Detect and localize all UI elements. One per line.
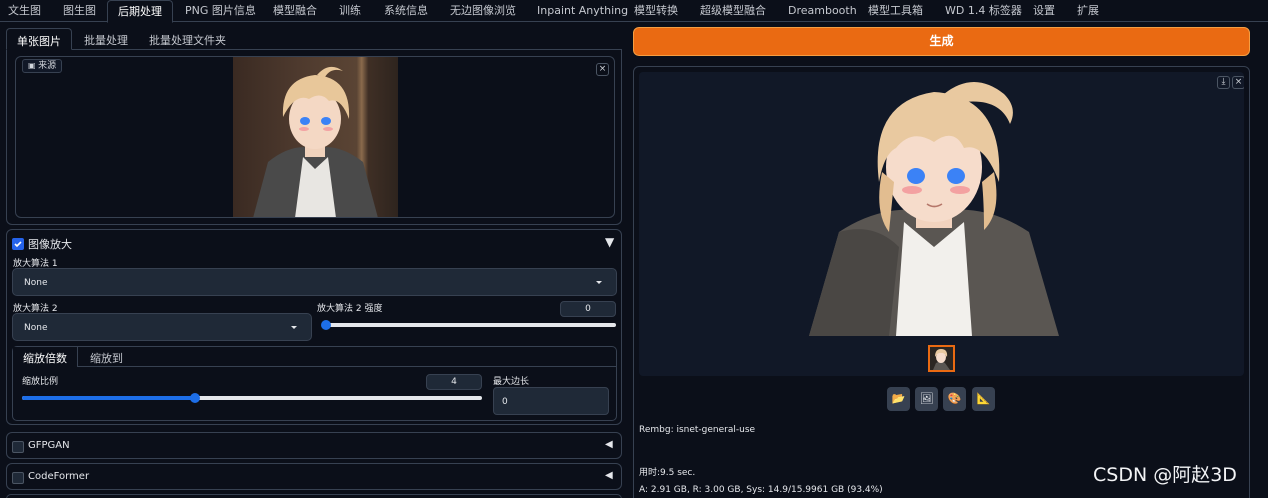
check-icon — [14, 241, 22, 248]
close-icon[interactable]: × — [1232, 76, 1244, 89]
download-icon[interactable]: ⤓ — [1217, 76, 1230, 89]
slider-thumb[interactable] — [321, 320, 331, 330]
portrait-illustration — [253, 66, 378, 217]
source-image-panel: ▣ 来源 × — [6, 50, 622, 225]
slider-thumb[interactable] — [189, 393, 200, 403]
codeformer-title: CodeFormer — [28, 471, 90, 482]
tab-scale-to[interactable]: 缩放到 — [90, 350, 123, 366]
tab-extras[interactable]: 后期处理 — [107, 0, 173, 23]
thumbnail-image — [930, 347, 953, 370]
output-panel: ⤓ × 📂 🖼 🎨 📐 Rembg: isnet-general-use 用时:… — [633, 66, 1250, 498]
tab-image-browser[interactable]: 无边图像浏览 — [450, 3, 516, 22]
tab-settings[interactable]: 设置 — [1033, 3, 1055, 22]
scale-input[interactable]: 4 — [426, 374, 482, 390]
upscaler2-dropdown[interactable]: None — [12, 313, 312, 341]
upscaler2-strength-slider[interactable] — [321, 320, 616, 330]
source-label: ▣ 来源 — [22, 59, 63, 73]
upscale-title: 图像放大 — [28, 238, 72, 251]
gfpgan-title: GFPGAN — [28, 440, 70, 451]
tab-model-toolkit[interactable]: 模型工具箱 — [868, 3, 923, 22]
tab-img2img[interactable]: 图生图 — [63, 3, 96, 22]
image-icon: ▣ — [28, 61, 39, 70]
output-gallery: ⤓ × — [639, 72, 1244, 376]
scale-label: 缩放比例 — [22, 377, 59, 387]
tab-wd14-tagger[interactable]: WD 1.4 标签器 — [945, 3, 1022, 22]
tab-txt2img[interactable]: 文生图 — [8, 3, 41, 22]
codeformer-checkbox[interactable] — [12, 472, 24, 484]
max-side-value: 0 — [502, 397, 508, 407]
source-image — [233, 57, 398, 217]
scale-slider[interactable] — [22, 393, 482, 403]
generate-button[interactable]: 生成 — [633, 27, 1250, 56]
expand-icon[interactable]: ◀ — [605, 439, 613, 450]
upscale-section: 图像放大 ▼ 放大算法 1 None 放大算法 2 None 放大算法 2 强度… — [6, 229, 622, 425]
watermark: CSDN @阿赵3D — [1093, 464, 1237, 486]
source-image-dropzone[interactable]: ▣ 来源 × — [15, 56, 615, 218]
next-section-edge — [6, 494, 622, 498]
time-info: 用时:9.5 sec. — [639, 468, 696, 478]
memory-info: A: 2.91 GB, R: 3.00 GB, Sys: 14.9/15.996… — [639, 485, 883, 495]
gfpgan-checkbox[interactable] — [12, 441, 24, 453]
tab-model-converter[interactable]: 模型转换 — [634, 3, 678, 22]
upscaler2-strength-input[interactable]: 0 — [560, 301, 616, 317]
image-icon[interactable]: 🖼 — [915, 387, 938, 411]
slider-fill — [22, 396, 195, 400]
gfpgan-section[interactable]: GFPGAN ◀ — [6, 432, 622, 459]
top-tab-bar: 文生图 图生图 后期处理 PNG 图片信息 模型融合 训练 系统信息 无边图像浏… — [0, 0, 1268, 23]
tab-dreambooth[interactable]: Dreambooth — [788, 3, 857, 22]
max-side-input[interactable]: 0 — [493, 387, 609, 415]
expand-icon[interactable]: ◀ — [605, 470, 613, 481]
upscale-checkbox[interactable] — [12, 238, 24, 250]
tab-batch-from-directory[interactable]: 批量处理文件夹 — [149, 32, 226, 48]
output-thumbnail[interactable] — [928, 345, 955, 372]
output-image — [809, 82, 1059, 336]
extras-mode-tabs: 单张图片 批量处理 批量处理文件夹 — [6, 28, 622, 50]
tab-checkpoint-merger[interactable]: 模型融合 — [273, 3, 317, 22]
palette-icon[interactable]: 🎨 — [943, 387, 966, 411]
chevron-down-icon — [291, 326, 297, 329]
collapse-icon[interactable]: ▼ — [605, 235, 614, 249]
max-side-label: 最大边长 — [493, 377, 530, 387]
folder-icon[interactable]: 📂 — [887, 387, 910, 411]
tab-system-info[interactable]: 系统信息 — [384, 3, 428, 22]
tab-png-info[interactable]: PNG 图片信息 — [185, 3, 256, 22]
tab-single-image[interactable]: 单张图片 — [6, 28, 72, 50]
tab-inpaint-anything[interactable]: Inpaint Anything — [537, 3, 628, 22]
scale-mode-tabs: 缩放倍数 缩放到 — [13, 347, 616, 367]
ruler-icon[interactable]: 📐 — [972, 387, 995, 411]
upscaler1-dropdown[interactable]: None — [12, 268, 617, 296]
clear-source-button[interactable]: × — [596, 63, 609, 76]
tab-batch-process[interactable]: 批量处理 — [84, 32, 128, 48]
rembg-info: Rembg: isnet-general-use — [639, 425, 756, 435]
tab-scale-by[interactable]: 缩放倍数 — [13, 347, 78, 367]
chevron-down-icon — [596, 281, 602, 284]
upscaler2-value: None — [24, 323, 48, 333]
scale-mode-panel: 缩放倍数 缩放到 缩放比例 4 最大边长 0 — [12, 346, 617, 421]
upscaler2-strength-label: 放大算法 2 强度 — [317, 304, 383, 314]
tab-super-merger[interactable]: 超级模型融合 — [700, 3, 766, 22]
codeformer-section[interactable]: CodeFormer ◀ — [6, 463, 622, 490]
tab-extensions[interactable]: 扩展 — [1077, 3, 1099, 22]
upscaler1-value: None — [24, 278, 48, 288]
tab-train[interactable]: 训练 — [339, 3, 361, 22]
